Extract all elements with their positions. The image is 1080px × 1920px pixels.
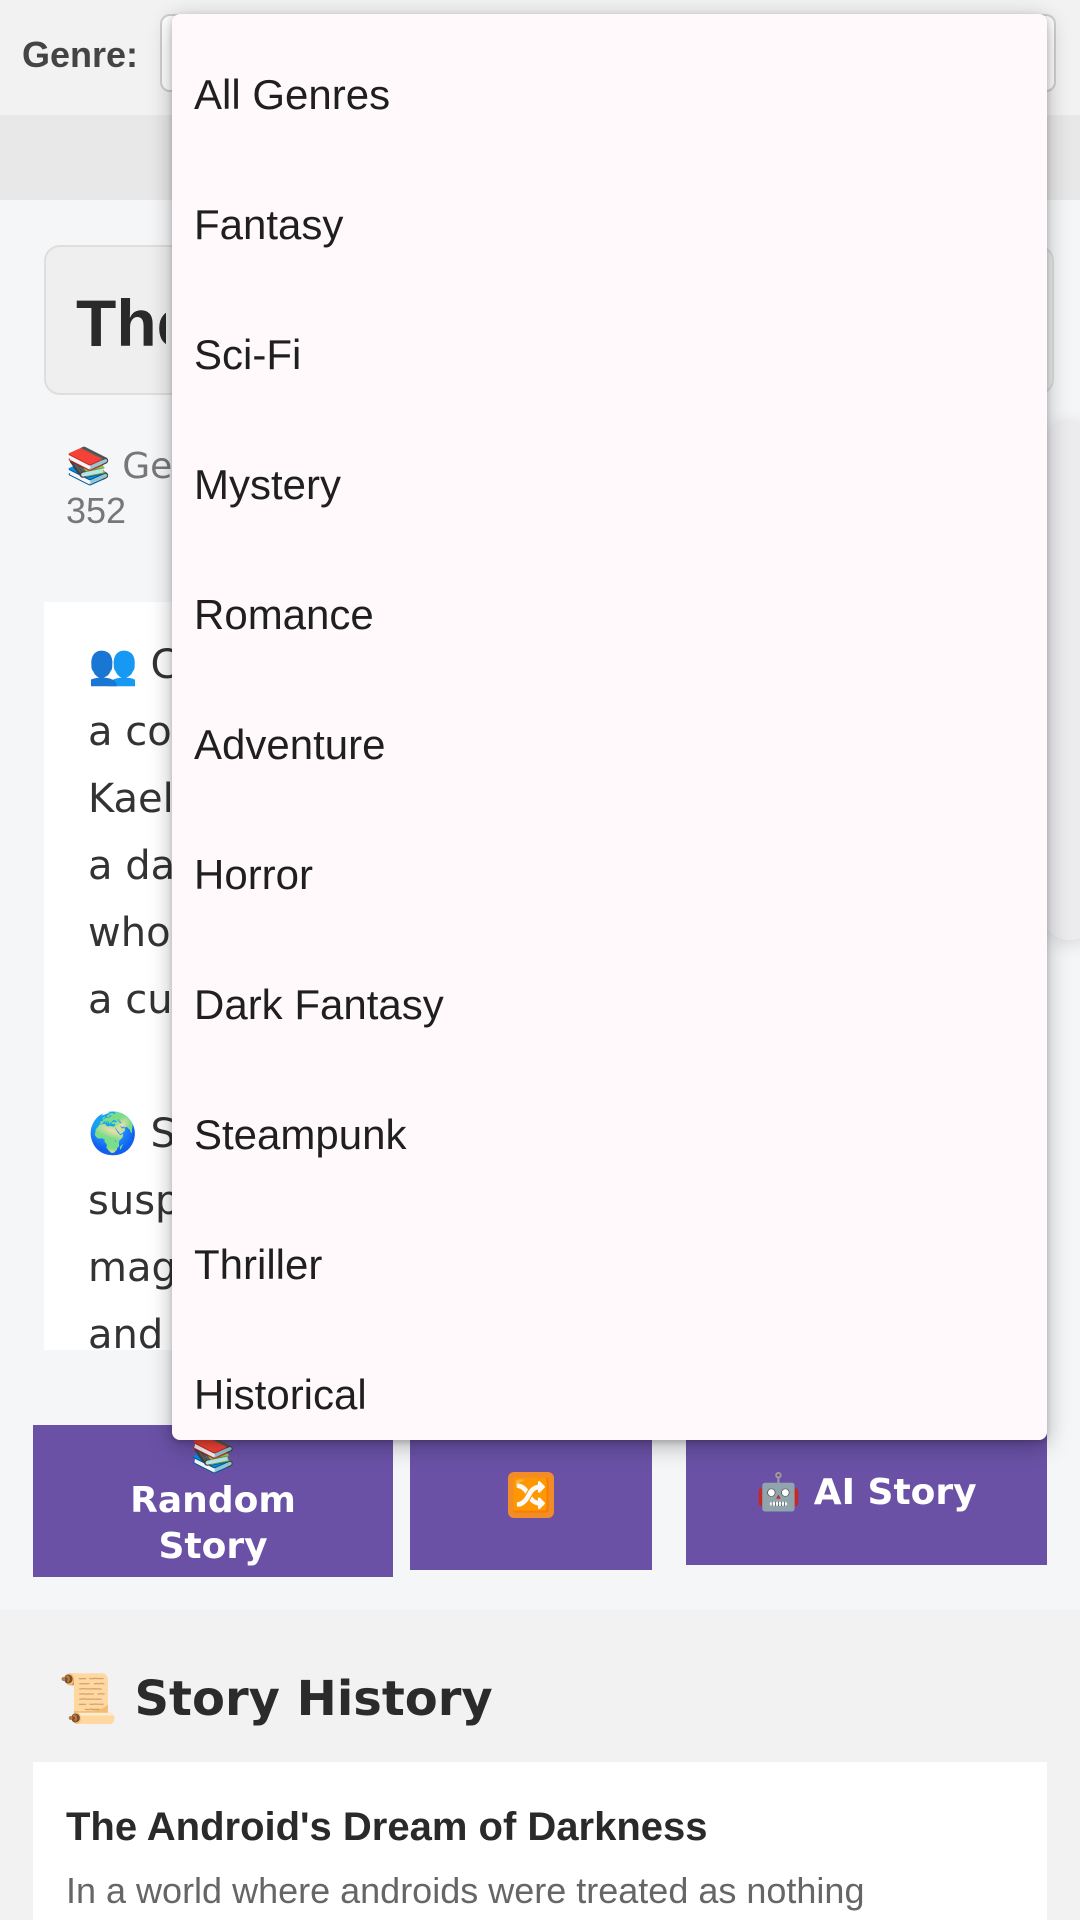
history-heading: 📜 Story History	[58, 1671, 493, 1727]
genre-option-fantasy[interactable]: Fantasy	[172, 160, 1047, 290]
genre-option-historical[interactable]: Historical	[172, 1330, 1047, 1460]
genre-dropdown-menu: All Genres Fantasy Sci-Fi Mystery Romanc…	[172, 14, 1047, 1440]
history-item-title: The Android's Dream of Darkness	[66, 1805, 708, 1849]
ai-story-label: 🤖 AI Story	[756, 1471, 977, 1513]
genre-option-thriller[interactable]: Thriller	[172, 1200, 1047, 1330]
genre-option-romance[interactable]: Romance	[172, 550, 1047, 680]
story-title: The	[76, 286, 166, 360]
genre-option-mystery[interactable]: Mystery	[172, 420, 1047, 550]
genre-option-dark-fantasy[interactable]: Dark Fantasy	[172, 940, 1047, 1070]
story-meta-genre: 📚 Ge	[66, 446, 173, 487]
genre-option-steampunk[interactable]: Steampunk	[172, 1070, 1047, 1200]
genre-option-all[interactable]: All Genres	[172, 30, 1047, 160]
history-item-snippet: In a world where androids were treated a…	[66, 1870, 865, 1911]
genre-option-adventure[interactable]: Adventure	[172, 680, 1047, 810]
genre-option-horror[interactable]: Horror	[172, 810, 1047, 940]
genre-label: Genre:	[22, 34, 139, 75]
shuffle-icon: 🔀	[508, 1472, 554, 1518]
story-meta-count: 352	[66, 490, 127, 531]
genre-option-scifi[interactable]: Sci-Fi	[172, 290, 1047, 420]
story-meta: 📚 Ge 352	[66, 445, 186, 533]
